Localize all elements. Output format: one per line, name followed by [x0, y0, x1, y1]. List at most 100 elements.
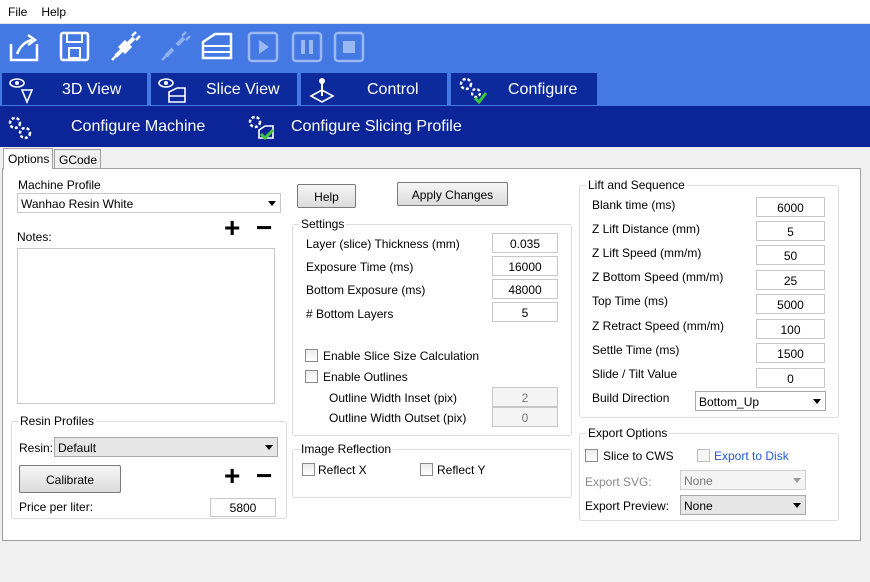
- slide-tilt-label: Slide / Tilt Value: [592, 367, 678, 381]
- image-reflection-group: Image Reflection Reflect X Reflect Y: [292, 442, 572, 498]
- resin-profiles-group: Resin Profiles Resin: Default Calibrate …: [11, 414, 287, 519]
- remove-machine-button[interactable]: −: [256, 214, 272, 242]
- layer-thickness-label: Layer (slice) Thickness (mm): [306, 237, 460, 251]
- eye-3d-icon: [9, 78, 34, 104]
- exposure-time-input[interactable]: 16000: [492, 256, 558, 276]
- reflect-y-label: Reflect Y: [437, 463, 486, 477]
- tab-configure[interactable]: Configure: [451, 73, 597, 105]
- settle-time-input[interactable]: 1500: [756, 343, 825, 363]
- apply-changes-button[interactable]: Apply Changes: [397, 182, 508, 206]
- blank-time-label: Blank time (ms): [592, 198, 676, 212]
- outline-inset-input[interactable]: 2: [492, 387, 558, 407]
- gears-icon: [8, 116, 32, 140]
- menu-file[interactable]: File: [0, 0, 33, 19]
- tab-configure-machine[interactable]: Configure Machine: [71, 118, 205, 136]
- bottom-exposure-label: Bottom Exposure (ms): [306, 283, 426, 297]
- price-per-liter-input[interactable]: 5800: [210, 498, 276, 517]
- export-preview-select[interactable]: None: [680, 495, 806, 515]
- eye-slice-icon: [158, 78, 186, 103]
- export-svg-label: Export SVG:: [585, 475, 652, 489]
- tab-slice-view[interactable]: Slice View: [151, 73, 297, 105]
- export-to-disk-checkbox[interactable]: [697, 449, 710, 462]
- z-retract-speed-label: Z Retract Speed (mm/m): [592, 319, 725, 333]
- export-preview-label: Export Preview:: [585, 499, 670, 513]
- resin-label: Resin:: [19, 441, 54, 455]
- save-icon[interactable]: [58, 30, 92, 64]
- main-tabs: 3D View Slice View Control Configure: [0, 72, 870, 106]
- z-bottom-speed-label: Z Bottom Speed (mm/m): [592, 270, 724, 284]
- z-lift-distance-label: Z Lift Distance (mm): [592, 222, 701, 236]
- slice-to-cws-label: Slice to CWS: [603, 449, 674, 463]
- z-lift-speed-label: Z Lift Speed (mm/m): [592, 246, 702, 260]
- build-direction-label: Build Direction: [592, 391, 670, 405]
- help-button[interactable]: Help: [297, 184, 356, 208]
- chevron-down-icon: [265, 445, 273, 450]
- outline-outset-label: Outline Width Outset (pix): [329, 411, 467, 425]
- resin-select[interactable]: Default: [54, 437, 278, 457]
- settings-title: Settings: [299, 217, 347, 231]
- slice-to-cws-checkbox[interactable]: [585, 449, 598, 462]
- bottom-layers-input[interactable]: 5: [492, 302, 558, 322]
- gear-slice-check-icon: [248, 115, 275, 141]
- chevron-down-icon: [793, 503, 801, 508]
- machine-profile-select[interactable]: Wanhao Resin White: [17, 193, 281, 213]
- tab-control[interactable]: Control: [301, 73, 447, 105]
- exposure-time-label: Exposure Time (ms): [306, 260, 414, 274]
- enable-outlines-checkbox[interactable]: [305, 370, 318, 383]
- chevron-down-icon: [793, 478, 801, 483]
- toolbar: [0, 24, 870, 72]
- build-direction-select[interactable]: Bottom_Up: [695, 391, 826, 411]
- bottom-exposure-input[interactable]: 48000: [492, 279, 558, 299]
- top-time-input[interactable]: 5000: [756, 294, 825, 314]
- z-retract-speed-input[interactable]: 100: [756, 319, 825, 339]
- menu-bar: File Help: [0, 0, 870, 24]
- export-options-group: Export Options Slice to CWS Export to Di…: [579, 426, 839, 521]
- reflect-x-label: Reflect X: [318, 463, 367, 477]
- slide-tilt-input[interactable]: 0: [756, 368, 825, 388]
- enable-slice-size-checkbox[interactable]: [305, 349, 318, 362]
- calibrate-button[interactable]: Calibrate: [19, 465, 121, 493]
- image-reflection-title: Image Reflection: [299, 442, 394, 456]
- export-svg-select[interactable]: None: [680, 470, 806, 490]
- enable-slice-size-label: Enable Slice Size Calculation: [323, 349, 480, 363]
- disconnect-icon[interactable]: [158, 30, 192, 64]
- z-bottom-speed-input[interactable]: 25: [756, 270, 825, 290]
- outline-outset-input[interactable]: 0: [492, 407, 558, 427]
- slice-stack-icon[interactable]: [200, 30, 234, 64]
- menu-help[interactable]: Help: [33, 0, 72, 19]
- joystick-icon: [309, 78, 335, 103]
- bottom-layers-label: # Bottom Layers: [306, 307, 394, 321]
- tab-gcode[interactable]: GCode: [54, 149, 101, 169]
- add-resin-button[interactable]: +: [224, 462, 240, 490]
- tab-configure-slicing-profile[interactable]: Configure Slicing Profile: [291, 118, 462, 136]
- add-machine-button[interactable]: +: [224, 214, 240, 242]
- machine-profile-group: Machine Profile Wanhao Resin White Notes…: [12, 178, 287, 410]
- reflect-y-checkbox[interactable]: [420, 463, 433, 476]
- tab-options[interactable]: Options: [3, 148, 53, 169]
- z-lift-distance-input[interactable]: 5: [756, 221, 825, 241]
- notes-textarea[interactable]: [17, 248, 275, 404]
- top-time-label: Top Time (ms): [592, 294, 669, 308]
- options-panel: Machine Profile Wanhao Resin White Notes…: [2, 168, 861, 541]
- blank-time-input[interactable]: 6000: [756, 197, 825, 217]
- chevron-down-icon: [813, 399, 821, 404]
- gears-check-icon: [459, 77, 487, 104]
- lift-sequence-title: Lift and Sequence: [586, 178, 687, 192]
- lift-sequence-group: Lift and Sequence Blank time (ms) 6000 Z…: [579, 178, 839, 418]
- notes-label: Notes:: [17, 230, 52, 244]
- stop-icon[interactable]: [332, 30, 366, 64]
- settings-group: Settings Layer (slice) Thickness (mm) 0.…: [292, 217, 572, 436]
- enable-outlines-label: Enable Outlines: [323, 370, 408, 384]
- pause-icon[interactable]: [290, 30, 324, 64]
- tab-3d-view[interactable]: 3D View: [2, 73, 147, 105]
- configure-sub-tabs: Configure Machine Configure Slicing Prof…: [0, 106, 870, 147]
- settle-time-label: Settle Time (ms): [592, 343, 680, 357]
- remove-resin-button[interactable]: −: [256, 462, 272, 490]
- open-icon[interactable]: [8, 30, 42, 64]
- z-lift-speed-input[interactable]: 50: [756, 245, 825, 265]
- layer-thickness-input[interactable]: 0.035: [492, 233, 558, 253]
- play-icon[interactable]: [246, 30, 280, 64]
- connect-icon[interactable]: [108, 30, 142, 64]
- price-per-liter-label: Price per liter:: [19, 500, 94, 514]
- reflect-x-checkbox[interactable]: [302, 463, 315, 476]
